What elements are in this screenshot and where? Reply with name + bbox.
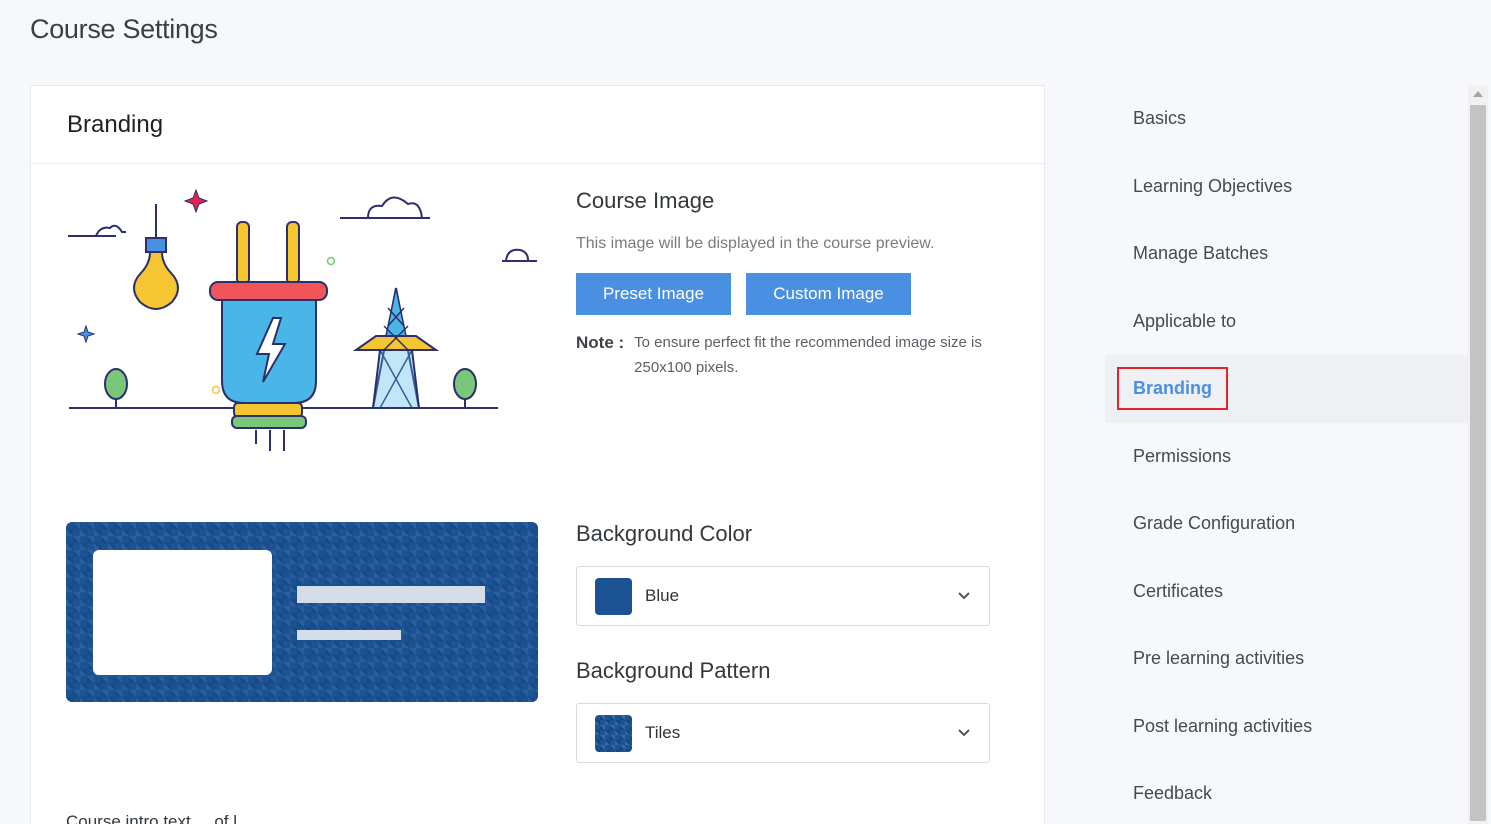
sidebar-item-grade-configuration[interactable]: Grade Configuration [1105,490,1468,558]
sidebar-item-manage-batches[interactable]: Manage Batches [1105,220,1468,288]
background-pattern-value: Tiles [645,723,681,742]
preview-image-placeholder [93,550,272,675]
sidebar-item-basics[interactable]: Basics [1105,85,1468,153]
course-image-title: Course Image [576,188,715,213]
scrollbar[interactable] [1468,85,1488,824]
background-pattern-title: Background Pattern [576,658,771,683]
sidebar-item-permissions[interactable]: Permissions [1105,423,1468,491]
sidebar-item-branding[interactable]: Branding [1105,355,1468,423]
color-swatch [595,577,632,615]
card-title: Branding [67,110,164,138]
card-header: Branding [31,86,1044,164]
settings-sidebar: Basics Learning Objectives Manage Batche… [1105,85,1468,824]
note-label: Note : [576,333,625,352]
background-color-select[interactable]: Blue [576,566,990,626]
plug-illustration [68,188,537,451]
background-pattern-select[interactable]: Tiles [576,703,990,763]
course-intro-label: Course intro text ... of l... [66,812,252,824]
background-pattern-section: Background Pattern Tiles [576,658,990,763]
sidebar-item-applicable-to[interactable]: Applicable to [1105,288,1468,356]
branding-card: Branding Course Image This image will be… [30,85,1045,824]
preview-title-placeholder [297,586,485,603]
background-color-section: Background Color Blue [576,521,990,626]
pattern-swatch [595,714,632,752]
background-color-value: Blue [645,586,680,605]
branding-preview [66,522,538,702]
sidebar-item-post-learning-activities[interactable]: Post learning activities [1105,693,1468,761]
background-color-title: Background Color [576,521,753,546]
sidebar-item-learning-objectives[interactable]: Learning Objectives [1105,153,1468,221]
course-image-section: Course Image This image will be displaye… [576,188,1016,380]
preset-image-button[interactable]: Preset Image [576,273,731,315]
note-text: To ensure perfect fit the recommended im… [634,334,982,376]
chevron-down-icon [958,729,970,737]
chevron-down-icon [958,592,970,600]
page-title: Course Settings [30,14,218,44]
sidebar-item-certificates[interactable]: Certificates [1105,558,1468,626]
image-size-note: Note : To ensure perfect fit the recomme… [576,330,1016,380]
course-image-description: This image will be displayed in the cour… [576,235,935,252]
custom-image-button[interactable]: Custom Image [746,273,911,315]
preview-subtitle-placeholder [297,630,401,640]
sidebar-item-pre-learning-activities[interactable]: Pre learning activities [1105,625,1468,693]
sidebar-item-feedback[interactable]: Feedback [1105,760,1468,824]
scroll-up-arrow-icon[interactable] [1473,91,1483,97]
scroll-thumb[interactable] [1470,105,1486,821]
